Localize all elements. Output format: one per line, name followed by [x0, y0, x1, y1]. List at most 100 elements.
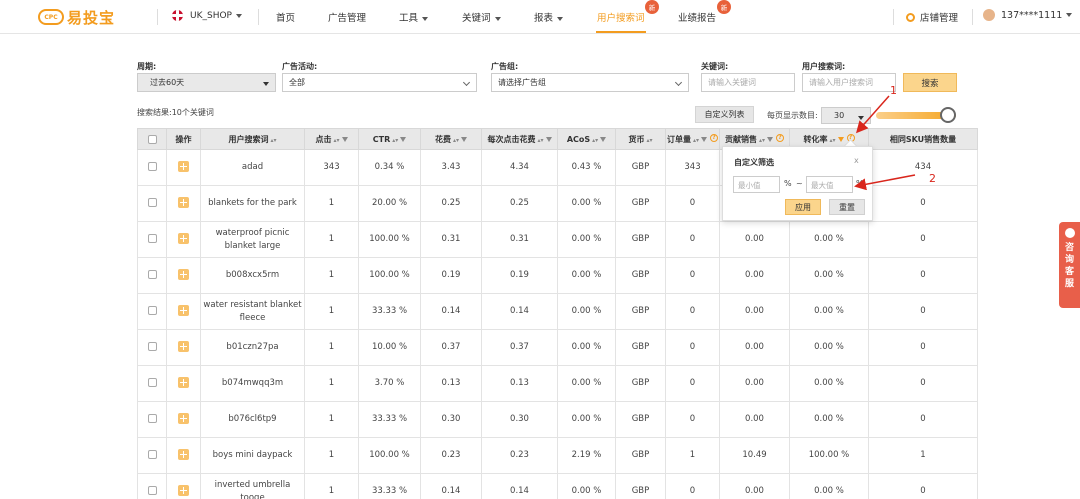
period-select[interactable]: 过去60天: [137, 73, 276, 92]
sort-icon[interactable]: ▴▾: [392, 137, 398, 144]
row-select-cell[interactable]: [137, 221, 167, 258]
nav-reports-label: 报表: [534, 13, 554, 24]
nav-search-terms[interactable]: 用户搜索词: [597, 10, 645, 24]
shop-selector[interactable]: UK_SHOP: [172, 10, 242, 21]
search-button[interactable]: 搜索: [903, 73, 957, 92]
search-term-input[interactable]: 请输入用户搜索词: [802, 73, 896, 92]
add-icon[interactable]: [178, 341, 189, 352]
nav-home[interactable]: 首页: [276, 10, 295, 24]
sort-icon[interactable]: ▴▾: [537, 137, 543, 144]
filter-icon[interactable]: [767, 136, 774, 142]
filter-icon[interactable]: [461, 136, 468, 142]
max-value-input[interactable]: 最大值: [806, 176, 853, 193]
col-header-ctr[interactable]: CTR ▴▾: [358, 128, 421, 150]
campaign-select[interactable]: 全部: [282, 73, 477, 92]
store-management-link[interactable]: 店铺管理: [906, 10, 958, 24]
row-checkbox[interactable]: [147, 450, 157, 459]
filter-icon-active[interactable]: [837, 136, 844, 142]
select-all-cell[interactable]: [137, 128, 167, 150]
min-value-input[interactable]: 最小值: [733, 176, 780, 193]
add-icon[interactable]: [178, 233, 189, 244]
row-action-cell[interactable]: [166, 401, 201, 438]
row-select-cell[interactable]: [137, 437, 167, 474]
app-logo[interactable]: CPC 易投宝: [38, 7, 115, 27]
col-header-search-term[interactable]: 用户搜索词 ▴▾: [200, 128, 305, 150]
row-action-cell[interactable]: [166, 329, 201, 366]
add-icon[interactable]: [178, 161, 189, 172]
row-select-cell[interactable]: [137, 257, 167, 294]
row-select-cell[interactable]: [137, 365, 167, 402]
col-header-spend[interactable]: 花费 ▴▾: [420, 128, 482, 150]
col-header-currency[interactable]: 货币 ▴▾: [615, 128, 666, 150]
col-header-acos[interactable]: ACoS ▴▾: [557, 128, 616, 150]
search-term-cell: b01czn27pa: [200, 329, 305, 366]
nav-tools[interactable]: 工具: [399, 10, 429, 24]
apply-button[interactable]: 应用: [785, 199, 821, 215]
filter-icon[interactable]: [400, 136, 407, 142]
orders-cell: 0: [665, 257, 720, 294]
nav-keywords[interactable]: 关键词: [462, 10, 501, 24]
add-icon[interactable]: [178, 269, 189, 280]
close-icon[interactable]: x: [854, 156, 859, 165]
sort-icon[interactable]: ▴▾: [646, 137, 652, 144]
slider-handle[interactable]: [940, 107, 956, 123]
col-header-clicks[interactable]: 点击 ▴▾: [304, 128, 359, 150]
row-action-cell[interactable]: [166, 473, 201, 499]
row-action-cell[interactable]: [166, 185, 201, 222]
min-value-placeholder: 最小值: [738, 181, 761, 190]
nav-ad-management[interactable]: 广告管理: [328, 10, 366, 24]
row-checkbox[interactable]: [147, 414, 157, 423]
row-select-cell[interactable]: [137, 149, 167, 186]
filter-icon[interactable]: [341, 136, 348, 142]
row-action-cell[interactable]: [166, 365, 201, 402]
filter-icon[interactable]: [600, 136, 607, 142]
keyword-input[interactable]: 请输入关键词: [701, 73, 795, 92]
add-icon[interactable]: [178, 305, 189, 316]
row-checkbox[interactable]: [147, 234, 157, 243]
sort-icon[interactable]: ▴▾: [270, 137, 276, 144]
sort-icon[interactable]: ▴▾: [693, 137, 699, 144]
sort-icon[interactable]: ▴▾: [759, 137, 765, 144]
row-checkbox[interactable]: [147, 342, 157, 351]
row-checkbox[interactable]: [147, 162, 157, 171]
add-icon[interactable]: [178, 485, 189, 496]
row-action-cell[interactable]: [166, 221, 201, 258]
sort-icon[interactable]: ▴▾: [453, 137, 459, 144]
sort-icon[interactable]: ▴▾: [829, 137, 835, 144]
custom-columns-button[interactable]: 自定义列表: [695, 106, 754, 123]
select-all-checkbox[interactable]: [147, 134, 157, 144]
help-icon[interactable]: ?: [776, 133, 785, 142]
row-checkbox[interactable]: [147, 198, 157, 207]
adgroup-select[interactable]: 请选择广告组: [491, 73, 689, 92]
row-action-cell[interactable]: [166, 293, 201, 330]
row-checkbox[interactable]: [147, 270, 157, 279]
row-select-cell[interactable]: [137, 185, 167, 222]
row-checkbox[interactable]: [147, 486, 157, 495]
add-icon[interactable]: [178, 377, 189, 388]
help-icon[interactable]: ?: [710, 133, 719, 142]
row-checkbox[interactable]: [147, 306, 157, 315]
nav-performance-report[interactable]: 业绩报告: [678, 10, 716, 24]
col-header-orders[interactable]: 订单量 ▴▾?: [665, 128, 720, 150]
filter-icon[interactable]: [545, 136, 552, 142]
row-select-cell[interactable]: [137, 473, 167, 499]
row-checkbox[interactable]: [147, 378, 157, 387]
add-icon[interactable]: [178, 449, 189, 460]
row-select-cell[interactable]: [137, 293, 167, 330]
sort-icon[interactable]: ▴▾: [592, 137, 598, 144]
row-action-cell[interactable]: [166, 437, 201, 474]
col-header-cpc[interactable]: 每次点击花费 ▴▾: [481, 128, 558, 150]
row-action-cell[interactable]: [166, 257, 201, 294]
row-action-cell[interactable]: [166, 149, 201, 186]
filter-icon[interactable]: [701, 136, 708, 142]
customer-service-tab[interactable]: 咨 询 客 服: [1059, 222, 1080, 308]
add-icon[interactable]: [178, 197, 189, 208]
nav-reports[interactable]: 报表: [534, 10, 564, 24]
sort-icon[interactable]: ▴▾: [333, 137, 339, 144]
per-page-select[interactable]: 30: [821, 107, 871, 124]
reset-button[interactable]: 重置: [829, 199, 865, 215]
row-select-cell[interactable]: [137, 401, 167, 438]
user-menu[interactable]: 137****1111: [983, 9, 1073, 21]
add-icon[interactable]: [178, 413, 189, 424]
row-select-cell[interactable]: [137, 329, 167, 366]
